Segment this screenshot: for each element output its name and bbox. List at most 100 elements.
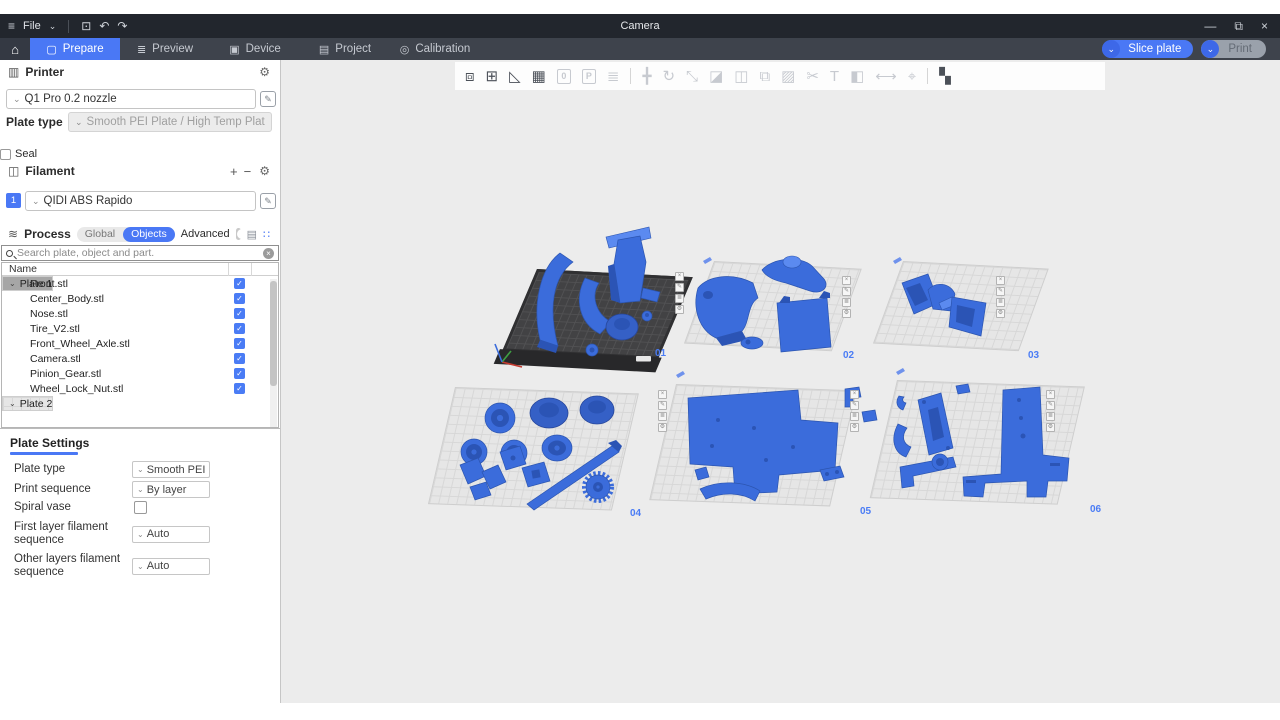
build-plate-02[interactable]: [684, 261, 862, 351]
seal-checkbox[interactable]: [0, 149, 11, 160]
object-row-front[interactable]: Front.stl ✓: [2, 276, 278, 291]
list-scrollbar[interactable]: [270, 279, 277, 427]
list-view-icon[interactable]: ▤: [247, 228, 257, 241]
add-object-icon[interactable]: ⧈: [465, 69, 475, 84]
move-icon[interactable]: ╋: [642, 69, 651, 84]
split-to-objects-icon[interactable]: ◫: [734, 69, 748, 84]
plate-type-select[interactable]: ⌄ Smooth PEI Plate / High Temp Plate: [68, 112, 272, 132]
delete-plate-icon[interactable]: ×: [850, 390, 859, 399]
print-options-dropdown[interactable]: ⌄: [1201, 40, 1219, 58]
close-button[interactable]: ×: [1261, 19, 1268, 33]
edit-plate-icon[interactable]: ✎: [842, 287, 851, 296]
edit-plate-icon[interactable]: ✎: [658, 401, 667, 410]
print-checkbox[interactable]: ✓: [234, 383, 245, 394]
plate-settings-icon[interactable]: ⚙: [842, 309, 851, 318]
lock-plate-icon[interactable]: ≣: [850, 412, 859, 421]
object-row-plate-2[interactable]: ⌄ Plate 2: [2, 396, 53, 411]
plate-settings-icon[interactable]: ⚙: [996, 309, 1005, 318]
delete-plate-icon[interactable]: ×: [675, 272, 684, 281]
object-row-nose[interactable]: Nose.stl ✓: [2, 306, 278, 321]
new-project-icon[interactable]: ⊡: [81, 19, 91, 33]
other-layers-sequence-select[interactable]: ⌄ Auto: [132, 558, 210, 575]
first-layer-sequence-select[interactable]: ⌄ Auto: [132, 526, 210, 543]
chevron-down-icon[interactable]: ⌄: [9, 399, 16, 408]
object-row-front-wheel-axle[interactable]: Front_Wheel_Axle.stl ✓: [2, 336, 278, 351]
lock-plate-icon[interactable]: ≣: [996, 298, 1005, 307]
build-plate-04[interactable]: [428, 387, 639, 511]
printer-preset-select[interactable]: ⌄ Q1 Pro 0.2 nozzle: [6, 89, 256, 109]
edit-printer-icon[interactable]: ✎: [260, 91, 276, 107]
plate-settings-icon[interactable]: ⚙: [675, 305, 684, 314]
plate-settings-icon[interactable]: ⚙: [658, 423, 667, 432]
minimize-button[interactable]: —: [1204, 19, 1216, 33]
plate-type-mini-select[interactable]: ⌄ Smooth PEI ...: [132, 461, 210, 478]
edit-plate-icon[interactable]: ✎: [996, 287, 1005, 296]
lock-plate-icon[interactable]: ≣: [675, 294, 684, 303]
object-row-tire-v2[interactable]: Tire_V2.stl ✓: [2, 321, 278, 336]
slice-plate-button[interactable]: ⌄ Slice plate: [1102, 40, 1193, 58]
rotate-icon[interactable]: ↻: [662, 69, 675, 84]
delete-plate-icon[interactable]: ×: [658, 390, 667, 399]
variable-layer-height-icon[interactable]: ≣: [607, 69, 620, 84]
delete-plate-icon[interactable]: ×: [996, 276, 1005, 285]
lock-plate-icon[interactable]: ≣: [842, 298, 851, 307]
hamburger-menu-icon[interactable]: ≡: [8, 19, 15, 33]
spiral-vase-checkbox[interactable]: [134, 501, 147, 514]
lock-plate-icon[interactable]: ≣: [658, 412, 667, 421]
build-plate-05[interactable]: [649, 384, 857, 506]
plate-settings-icon[interactable]: ⚙: [850, 423, 859, 432]
print-checkbox[interactable]: ✓: [234, 308, 245, 319]
build-plate-01[interactable]: [502, 269, 693, 359]
split-to-parts-icon[interactable]: ⧉: [759, 69, 770, 84]
print-checkbox[interactable]: ✓: [234, 338, 245, 349]
viewport-3d[interactable]: ⧈ ⊞ ◺ ▦ 0 P ≣ ╋ ↻ ⤡ ◪ ◫ ⧉ ▨ ✂ T ◧ ⟷ ⌖ ▚: [281, 60, 1280, 703]
edit-plate-icon[interactable]: ✎: [1046, 401, 1055, 410]
print-sequence-select[interactable]: ⌄ By layer: [132, 481, 210, 498]
tab-device[interactable]: ▣ Device: [210, 38, 300, 60]
filament-settings-gear-icon[interactable]: ⚙: [259, 164, 270, 178]
home-button[interactable]: ⌂: [0, 38, 30, 60]
print-button[interactable]: ⌄ Print: [1201, 40, 1266, 58]
chevron-down-icon[interactable]: ⌄: [49, 21, 57, 32]
print-checkbox[interactable]: ✓: [234, 323, 245, 334]
assembly-view-icon[interactable]: ▚: [939, 69, 951, 84]
text-icon[interactable]: T: [830, 69, 839, 84]
add-plate-icon[interactable]: ⊞: [486, 69, 499, 84]
print-checkbox[interactable]: ✓: [234, 368, 245, 379]
slice-options-dropdown[interactable]: ⌄: [1102, 40, 1120, 58]
object-row-pinion-gear[interactable]: Pinion_Gear.stl ✓: [2, 366, 278, 381]
filament-preset-select[interactable]: ⌄ QIDI ABS Rapido: [25, 191, 256, 211]
search-input[interactable]: [17, 247, 259, 259]
print-checkbox[interactable]: ✓: [234, 278, 245, 289]
build-plate-03[interactable]: [873, 261, 1049, 351]
color-paint-icon[interactable]: ▨: [781, 69, 795, 84]
compare-params-icon[interactable]: ∷: [263, 228, 270, 241]
objects-toggle[interactable]: Objects: [123, 227, 175, 242]
tab-prepare[interactable]: ▢ Prepare: [30, 38, 120, 60]
file-menu[interactable]: File: [23, 20, 41, 32]
remove-filament-icon[interactable]: −: [244, 164, 252, 179]
object-row-wheel-lock-nut[interactable]: Wheel_Lock_Nut.stl ✓: [2, 381, 278, 396]
seam-icon[interactable]: ⌖: [908, 69, 916, 84]
arrange-icon[interactable]: ▦: [532, 69, 546, 84]
copy-icon[interactable]: 0: [557, 69, 571, 84]
filament-slot-badge[interactable]: 1: [6, 193, 21, 208]
edit-plate-icon[interactable]: ✎: [675, 283, 684, 292]
global-toggle[interactable]: Global: [77, 228, 123, 240]
tab-preview[interactable]: ≣ Preview: [120, 38, 210, 60]
print-checkbox[interactable]: ✓: [234, 293, 245, 304]
lock-plate-icon[interactable]: ≣: [1046, 412, 1055, 421]
print-checkbox[interactable]: ✓: [234, 353, 245, 364]
tab-project[interactable]: ▤ Project: [300, 38, 390, 60]
clear-search-icon[interactable]: ×: [263, 248, 274, 259]
delete-plate-icon[interactable]: ×: [1046, 390, 1055, 399]
undo-icon[interactable]: ↶: [99, 19, 109, 33]
restore-button[interactable]: ⧉: [1234, 19, 1243, 34]
delete-plate-icon[interactable]: ×: [842, 276, 851, 285]
tab-calibration[interactable]: ◎ Calibration: [390, 38, 480, 60]
add-filament-icon[interactable]: +: [230, 164, 238, 179]
edit-filament-icon[interactable]: ✎: [260, 193, 276, 209]
measure-icon[interactable]: ⟷: [875, 69, 897, 84]
object-row-camera[interactable]: Camera.stl ✓: [2, 351, 278, 366]
paste-icon[interactable]: P: [582, 69, 596, 84]
